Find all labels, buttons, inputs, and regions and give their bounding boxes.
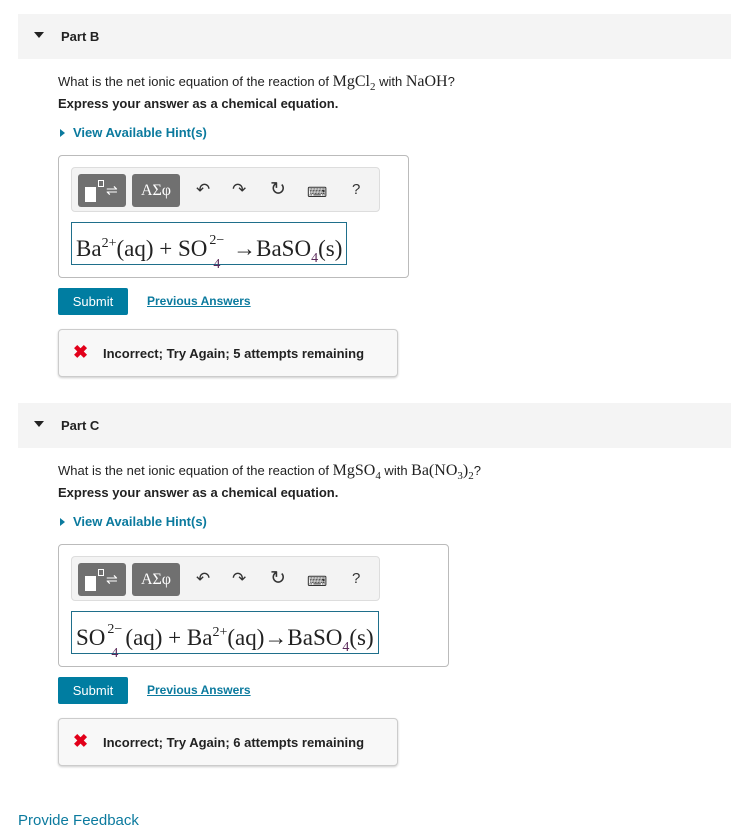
help-button[interactable]: ?	[352, 180, 360, 200]
equation-token: (s)	[349, 625, 374, 650]
previous-answers-link[interactable]: Previous Answers	[147, 294, 251, 308]
question-text: What is the net ionic equation of the re…	[58, 462, 481, 482]
hint-label: View Available Hint(s)	[73, 514, 207, 529]
question-with: with	[375, 74, 406, 89]
template-box-icon	[98, 180, 104, 187]
instructions: Express your answer as a chemical equati…	[58, 485, 339, 500]
subscript: 4	[213, 256, 221, 272]
view-hints-link[interactable]: View Available Hint(s)	[58, 125, 207, 140]
equation-token: (s)	[318, 236, 343, 261]
template-box-icon	[98, 569, 104, 576]
question-prefix: What is the net ionic equation of the re…	[58, 74, 333, 89]
symbols-button[interactable]: ΑΣφ	[132, 174, 180, 207]
question-with: with	[380, 463, 412, 478]
collapse-caret-icon[interactable]	[34, 32, 44, 38]
question-end: ?	[447, 74, 455, 89]
submit-button[interactable]: Submit	[58, 677, 128, 704]
feedback-text: Incorrect; Try Again; 5 attempts remaini…	[103, 346, 365, 361]
x-icon: ✖	[73, 731, 89, 751]
reactant-2: Ba(NO3)2	[411, 462, 474, 483]
hint-label: View Available Hint(s)	[73, 125, 207, 140]
equation-token: →BaSO	[227, 236, 312, 261]
x-icon: ✖	[73, 342, 89, 362]
equation-token: SO	[76, 625, 106, 650]
templates-icon	[85, 187, 96, 202]
reactant-2: NaOH	[405, 73, 448, 90]
help-button[interactable]: ?	[352, 569, 360, 589]
redo-icon[interactable]: ↷	[232, 569, 246, 589]
equation-token: 2+	[212, 625, 228, 640]
symbols-button[interactable]: ΑΣφ	[132, 563, 180, 596]
submit-button[interactable]: Submit	[58, 288, 128, 315]
editor-toolbar: ⇌ ΑΣφ ↶ ↷ ↻ ⌨ ?	[71, 556, 380, 601]
feedback-box: ✖ Incorrect; Try Again; 5 attempts remai…	[58, 329, 398, 377]
equation-token: (aq) + Ba	[125, 625, 213, 650]
equation-token: 2− 4	[207, 233, 227, 272]
equation-token: 2+	[101, 236, 117, 251]
triangle-right-icon	[60, 518, 65, 526]
subscript: 4	[111, 645, 119, 661]
part-header[interactable]: Part B	[18, 14, 731, 59]
answer-editor: ⇌ ΑΣφ ↶ ↷ ↻ ⌨ ? Ba2+(aq) + SO 2− 4 →BaSO 4 (…	[58, 155, 409, 278]
equation-token: 2− 4	[105, 622, 125, 661]
answer-editor: ⇌ ΑΣφ ↶ ↷ ↻ ⌨ ? SO 2− 4 (aq) + Ba2+(aq)→BaS…	[58, 544, 449, 667]
reset-icon[interactable]: ↻	[270, 569, 286, 589]
answer-input[interactable]: Ba2+(aq) + SO 2− 4 →BaSO 4 (s)	[71, 222, 348, 272]
view-hints-link[interactable]: View Available Hint(s)	[58, 514, 207, 529]
answer-input[interactable]: SO 2− 4 (aq) + Ba2+(aq)→BaSO 4 (s)	[71, 611, 379, 661]
feedback-box: ✖ Incorrect; Try Again; 6 attempts remai…	[58, 718, 398, 766]
keyboard-icon[interactable]: ⌨	[307, 571, 327, 591]
provide-feedback-link[interactable]: Provide Feedback	[18, 812, 139, 829]
equation-token: (aq)→BaSO	[227, 625, 343, 650]
undo-icon[interactable]: ↶	[196, 569, 210, 589]
exchange-arrows-icon: ⇌	[106, 182, 118, 198]
triangle-right-icon	[60, 129, 65, 137]
question-end: ?	[473, 463, 481, 478]
redo-icon[interactable]: ↷	[232, 180, 246, 200]
part-title: Part C	[61, 418, 100, 433]
question-text: What is the net ionic equation of the re…	[58, 73, 455, 93]
previous-answers-link[interactable]: Previous Answers	[147, 683, 251, 697]
templates-button[interactable]: ⇌	[78, 563, 126, 596]
templates-icon	[85, 576, 96, 591]
equation-token: Ba	[76, 236, 102, 261]
templates-button[interactable]: ⇌	[78, 174, 126, 207]
feedback-text: Incorrect; Try Again; 6 attempts remaini…	[103, 735, 365, 750]
reactant-1: MgSO4	[332, 462, 381, 483]
undo-icon[interactable]: ↶	[196, 180, 210, 200]
exchange-arrows-icon: ⇌	[106, 571, 118, 587]
editor-toolbar: ⇌ ΑΣφ ↶ ↷ ↻ ⌨ ?	[71, 167, 380, 212]
question-prefix: What is the net ionic equation of the re…	[58, 463, 333, 478]
reset-icon[interactable]: ↻	[270, 180, 286, 200]
keyboard-icon[interactable]: ⌨	[307, 182, 327, 202]
reactant-1: MgCl2	[332, 73, 376, 94]
equation-token: (aq) + SO	[116, 236, 208, 261]
instructions: Express your answer as a chemical equati…	[58, 96, 339, 111]
collapse-caret-icon[interactable]	[34, 421, 44, 427]
part-title: Part B	[61, 29, 100, 44]
part-header[interactable]: Part C	[18, 403, 731, 448]
